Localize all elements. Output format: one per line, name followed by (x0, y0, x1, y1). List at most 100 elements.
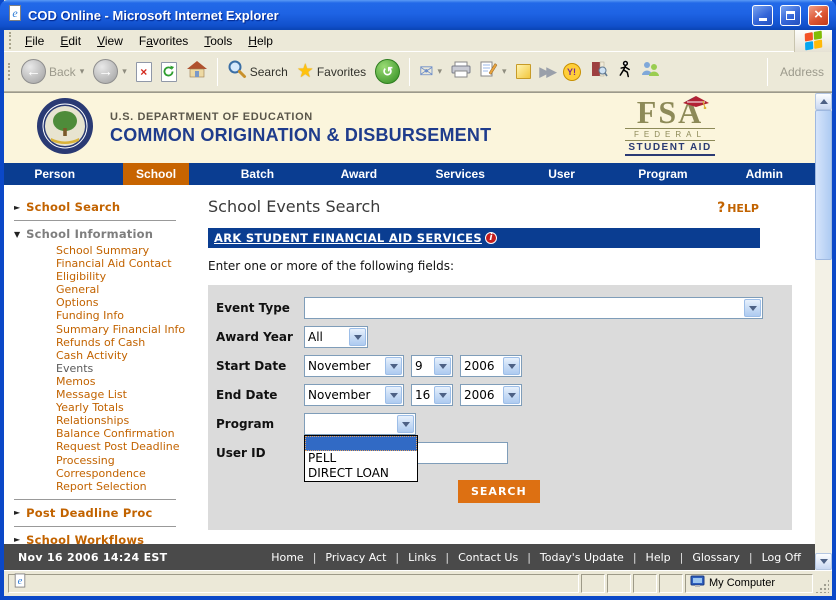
nav-tab-school[interactable]: School (123, 163, 189, 185)
aim-button[interactable] (613, 58, 636, 85)
program-option-blank[interactable] (305, 436, 417, 451)
sidebar-item-memos[interactable]: Memos (56, 375, 200, 388)
event-type-select[interactable] (304, 297, 763, 319)
vertical-scrollbar[interactable] (815, 93, 832, 570)
messenger-button[interactable] (637, 59, 665, 84)
favorites-button[interactable]: ★ Favorites (293, 60, 370, 83)
search-submit-button[interactable]: SEARCH (458, 480, 540, 503)
sidebar-item-general[interactable]: General (56, 283, 200, 296)
sidebar-item-eligibility[interactable]: Eligibility (56, 270, 200, 283)
end-year-select[interactable]: 2006 (460, 384, 522, 406)
media-button[interactable]: ▶▶ (536, 62, 558, 82)
sidebar-item-funding-info[interactable]: Funding Info (56, 309, 200, 322)
yahoo-messenger-button[interactable]: Y! (559, 61, 585, 83)
help-link[interactable]: ? HELP (717, 200, 759, 216)
back-dropdown-icon[interactable]: ▾ (80, 66, 85, 77)
start-month-select[interactable]: November (304, 355, 404, 377)
sidebar-item-report-selection[interactable]: Report Selection (56, 480, 200, 493)
footer-link-glossary[interactable]: Glossary (692, 551, 740, 564)
start-year-select[interactable]: 2006 (460, 355, 522, 377)
sidebar-item-request-post-deadline[interactable]: Request Post Deadline (56, 440, 200, 453)
school-name-link[interactable]: ARK STUDENT FINANCIAL AID SERVICES (214, 231, 482, 245)
nav-tab-award[interactable]: Award (328, 163, 390, 185)
sidebar-item-relationships[interactable]: Relationships (56, 414, 200, 427)
sidebar-item-school-summary[interactable]: School Summary (56, 244, 200, 257)
chevron-down-icon[interactable] (397, 415, 414, 433)
program-option-pell[interactable]: PELL (305, 451, 417, 466)
nav-tab-services[interactable]: Services (422, 163, 497, 185)
home-button[interactable] (182, 58, 212, 85)
footer-link-today-s-update[interactable]: Today's Update (540, 551, 624, 564)
chevron-down-icon[interactable] (349, 328, 366, 346)
start-day-select[interactable]: 9 (411, 355, 453, 377)
research-button[interactable] (586, 59, 612, 85)
sidebar-section-school-information[interactable]: ▼School Information (14, 227, 200, 241)
sidebar-item-refunds-of-cash[interactable]: Refunds of Cash (56, 336, 200, 349)
chevron-down-icon[interactable] (503, 386, 520, 404)
maximize-button[interactable] (780, 5, 801, 26)
sidebar-item-cash-activity[interactable]: Cash Activity (56, 349, 200, 362)
sidebar-item-summary-financial-info[interactable]: Summary Financial Info (56, 323, 200, 336)
edit-dropdown-icon[interactable]: ▾ (502, 66, 507, 77)
sidebar-item-yearly-totals[interactable]: Yearly Totals (56, 401, 200, 414)
toolbar-gripper[interactable] (8, 63, 11, 80)
print-button[interactable] (447, 59, 475, 85)
footer-link-contact-us[interactable]: Contact Us (458, 551, 518, 564)
sidebar-section-school-search[interactable]: ►School Search (14, 200, 200, 214)
program-select[interactable] (304, 413, 416, 435)
toolbar-gripper[interactable] (9, 32, 12, 49)
refresh-button[interactable] (157, 60, 181, 84)
sidebar-section-post-deadline-proc[interactable]: ►Post Deadline Proc (14, 506, 200, 520)
nav-tab-batch[interactable]: Batch (228, 163, 287, 185)
sidebar-item-balance-confirmation[interactable]: Balance Confirmation (56, 427, 200, 440)
stop-button[interactable]: × (132, 60, 156, 84)
program-option-direct-loan[interactable]: DIRECT LOAN (305, 466, 417, 481)
search-button-toolbar[interactable]: Search (223, 57, 292, 86)
sidebar-item-financial-aid-contact[interactable]: Financial Aid Contact (56, 257, 200, 270)
sidebar-item-message-list[interactable]: Message List (56, 388, 200, 401)
menu-item-favorites[interactable]: Favorites (131, 32, 196, 50)
footer-link-help[interactable]: Help (646, 551, 671, 564)
nav-tab-user[interactable]: User (535, 163, 588, 185)
edit-button[interactable]: ▾ (476, 58, 511, 85)
chevron-down-icon[interactable] (434, 386, 451, 404)
footer-link-log-off[interactable]: Log Off (762, 551, 801, 564)
sidebar-item-processing[interactable]: Processing (56, 454, 200, 467)
close-button[interactable]: × (808, 5, 829, 26)
scrollbar-track[interactable] (815, 260, 832, 553)
chevron-down-icon[interactable] (503, 357, 520, 375)
menu-item-tools[interactable]: Tools (196, 32, 240, 50)
chevron-down-icon[interactable] (385, 357, 402, 375)
minimize-button[interactable] (752, 5, 773, 26)
discuss-button[interactable] (512, 62, 535, 81)
menu-item-help[interactable]: Help (240, 32, 281, 50)
menu-item-file[interactable]: File (17, 32, 52, 50)
history-button[interactable]: ↺ (371, 57, 404, 86)
end-day-select[interactable]: 16 (411, 384, 453, 406)
scroll-down-icon[interactable] (815, 553, 832, 570)
menu-item-view[interactable]: View (89, 32, 131, 50)
footer-link-links[interactable]: Links (408, 551, 436, 564)
end-month-select[interactable]: November (304, 384, 404, 406)
nav-tab-program[interactable]: Program (625, 163, 700, 185)
info-icon[interactable]: i (485, 232, 497, 244)
nav-tab-admin[interactable]: Admin (733, 163, 796, 185)
mail-button[interactable]: ✉ ▾ (415, 60, 446, 84)
chevron-down-icon[interactable] (744, 299, 761, 317)
scrollbar-thumb[interactable] (815, 110, 832, 260)
award-year-select[interactable]: All (304, 326, 368, 348)
sidebar-item-correspondence[interactable]: Correspondence (56, 467, 200, 480)
chevron-down-icon[interactable] (434, 357, 451, 375)
chevron-down-icon[interactable] (385, 386, 402, 404)
mail-dropdown-icon[interactable]: ▾ (437, 66, 442, 77)
resize-grip[interactable] (815, 579, 829, 593)
footer-link-privacy-act[interactable]: Privacy Act (325, 551, 386, 564)
scroll-up-icon[interactable] (815, 93, 832, 110)
forward-dropdown-icon[interactable]: ▾ (122, 66, 127, 77)
menu-item-edit[interactable]: Edit (52, 32, 89, 50)
forward-button[interactable]: → ▾ (89, 57, 131, 86)
nav-tab-person[interactable]: Person (21, 163, 88, 185)
sidebar-item-options[interactable]: Options (56, 296, 200, 309)
footer-link-home[interactable]: Home (271, 551, 303, 564)
back-button[interactable]: ← Back ▾ (17, 57, 88, 86)
